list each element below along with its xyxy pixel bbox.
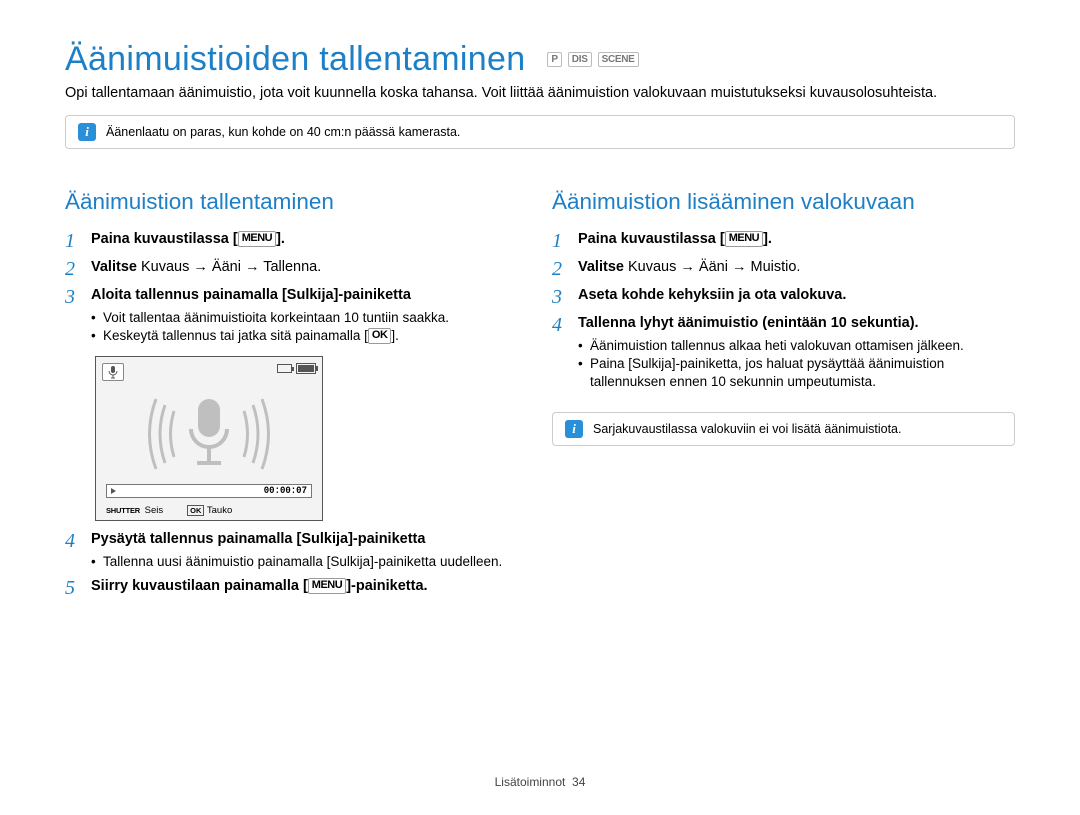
bullet: Äänimuistion tallennus alkaa heti valoku… <box>578 337 1015 355</box>
bullet: Voit tallentaa äänimuistioita korkeintaa… <box>91 309 449 327</box>
step-text: ]-painiketta <box>348 531 425 547</box>
step-text: Siirry kuvaustilaan painamalla [ <box>91 578 308 594</box>
bullet: Paina [Sulkija]-painiketta, jos haluat p… <box>578 355 1015 391</box>
step-num: 2 <box>65 258 79 280</box>
title-row: Äänimuistioiden tallentaminen P DIS SCEN… <box>65 40 1015 79</box>
step-num: 3 <box>552 286 566 308</box>
note-text: Sarjakuvaustilassa valokuviin ei voi lis… <box>593 422 901 436</box>
step-1: 1 Paina kuvaustilassa [MENU]. <box>65 227 528 255</box>
step-text: Paina kuvaustilassa [ <box>578 231 725 247</box>
recorder-footer: SHUTTER Seis OK Tauko <box>106 505 312 516</box>
step-text: . <box>796 259 800 275</box>
step-text: Valitse <box>578 259 628 275</box>
mode-icons: P DIS SCENE <box>547 52 638 67</box>
step-4: 4 Pysäytä tallennus painamalla [Sulkija]… <box>65 527 528 574</box>
step-text: ]. <box>276 231 285 247</box>
step-text: Valitse <box>91 259 141 275</box>
footer-section: Lisätoiminnot <box>495 775 566 789</box>
info-icon: i <box>78 123 96 141</box>
step-text: Aseta kohde kehyksiin ja ota valokuva. <box>578 287 846 303</box>
step-num: 5 <box>65 577 79 599</box>
step-text: ]-painiketta <box>334 287 411 303</box>
step-num: 3 <box>65 286 79 345</box>
info-icon: i <box>565 420 583 438</box>
stop-text: Seis <box>145 505 163 516</box>
intro-text: Opi tallentamaan äänimuistio, jota voit … <box>65 85 1015 101</box>
battery-full-icon <box>296 363 316 374</box>
step-3: 3 Aloita tallennus painamalla [Sulkija]-… <box>65 283 528 348</box>
menu-button-label: MENU <box>308 578 346 594</box>
progress-bar: 00:00:07 <box>106 484 312 498</box>
step-text: Pysäytä tallennus painamalla [ <box>91 531 301 547</box>
step-5: 5 Siirry kuvaustilaan painamalla [MENU]-… <box>65 574 528 602</box>
left-column: Äänimuistion tallentaminen 1 Paina kuvau… <box>65 189 528 602</box>
battery-indicator <box>277 363 316 374</box>
microphone-icon <box>96 391 322 477</box>
step-2: 2 Valitse Kuvaus → Ääni → Tallenna. <box>65 255 528 283</box>
battery-empty-icon <box>277 364 292 373</box>
bullet: Tallenna uusi äänimuistio painamalla [Su… <box>91 553 502 571</box>
menu-button-label: MENU <box>725 231 763 247</box>
bullet-text: Keskeytä tallennus tai jatka sitä painam… <box>103 328 368 343</box>
bullet-text: ]. <box>391 328 399 343</box>
step-1: 1 Paina kuvaustilassa [MENU]. <box>552 227 1015 255</box>
step-num: 1 <box>552 230 566 252</box>
step-text: Aloita tallennus painamalla [ <box>91 287 287 303</box>
step-num: 1 <box>65 230 79 252</box>
step-num: 2 <box>552 258 566 280</box>
pause-text: Tauko <box>207 505 232 516</box>
right-heading: Äänimuistion lisääminen valokuvaan <box>552 189 1015 215</box>
step-text: Kuvaus → Ääni → Tallenna <box>141 259 317 275</box>
menu-button-label: MENU <box>238 231 276 247</box>
mode-icon-scene: SCENE <box>598 52 639 67</box>
page-footer: Lisätoiminnot 34 <box>0 775 1080 789</box>
step-text: Kuvaus → Ääni → Muistio <box>628 259 796 275</box>
right-column: Äänimuistion lisääminen valokuvaan 1 Pai… <box>552 189 1015 602</box>
ok-button-label: OK <box>368 328 392 344</box>
step-text: Paina kuvaustilassa [ <box>91 231 238 247</box>
step-2: 2 Valitse Kuvaus → Ääni → Muistio. <box>552 255 1015 283</box>
play-icon <box>111 488 116 494</box>
mode-icon-p: P <box>547 52 561 67</box>
mic-small-icon <box>102 363 124 381</box>
footer-page-number: 34 <box>572 775 585 789</box>
note-text: Äänenlaatu on paras, kun kohde on 40 cm:… <box>106 125 460 139</box>
note-box-right: i Sarjakuvaustilassa valokuviin ei voi l… <box>552 412 1015 446</box>
step-text: . <box>317 259 321 275</box>
page-title: Äänimuistioiden tallentaminen <box>65 40 525 79</box>
step-text: ]. <box>763 231 772 247</box>
step-text: ]-painiketta. <box>346 578 427 594</box>
step-num: 4 <box>65 530 79 571</box>
step-4: 4 Tallenna lyhyt äänimuistio (enintään 1… <box>552 311 1015 394</box>
ok-label: OK <box>187 505 204 516</box>
step-text: Sulkija <box>287 287 334 303</box>
step-text: Sulkija <box>301 531 348 547</box>
note-box-top: i Äänenlaatu on paras, kun kohde on 40 c… <box>65 115 1015 149</box>
recorder-illustration: 00:00:07 SHUTTER Seis OK Tauko <box>95 356 323 521</box>
step-num: 4 <box>552 314 566 391</box>
step-3: 3 Aseta kohde kehyksiin ja ota valokuva. <box>552 283 1015 311</box>
shutter-label: SHUTTER <box>106 506 140 515</box>
bullet: Keskeytä tallennus tai jatka sitä painam… <box>91 327 449 345</box>
left-heading: Äänimuistion tallentaminen <box>65 189 528 215</box>
step-text: Tallenna lyhyt äänimuistio (enintään 10 … <box>578 315 919 331</box>
timer-text: 00:00:07 <box>264 486 311 497</box>
mode-icon-dis: DIS <box>568 52 592 67</box>
